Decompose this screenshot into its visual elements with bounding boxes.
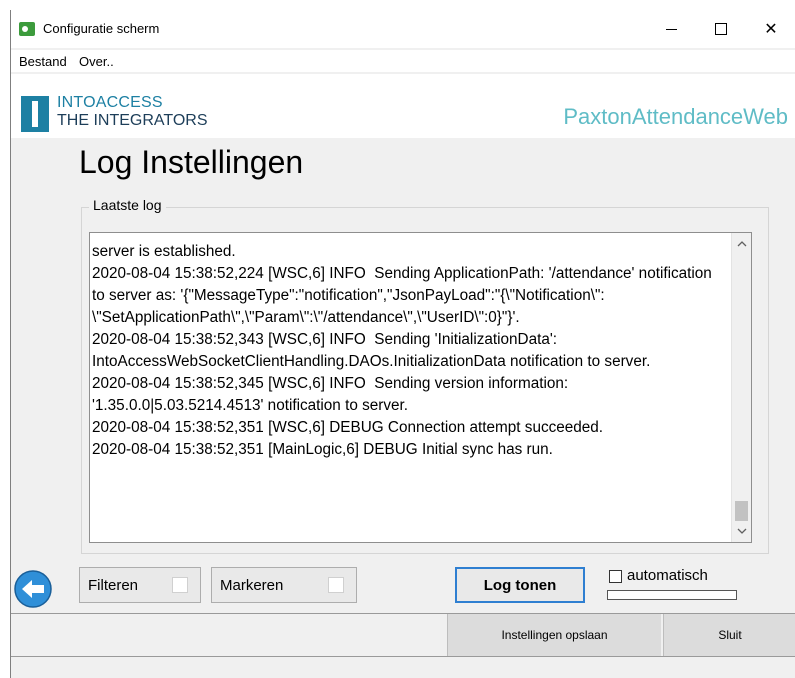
maximize-button[interactable] bbox=[701, 16, 741, 42]
menu-item-over[interactable]: Over.. bbox=[79, 54, 114, 69]
log-textarea[interactable]: server is established. 2020-08-04 15:38:… bbox=[89, 232, 752, 543]
log-text[interactable]: server is established. 2020-08-04 15:38:… bbox=[92, 241, 712, 461]
close-button[interactable]: ✕ bbox=[751, 16, 791, 42]
maximize-icon bbox=[715, 23, 727, 35]
filter-toggle[interactable]: Filteren bbox=[79, 567, 201, 603]
minimize-icon bbox=[665, 28, 677, 30]
auto-label[interactable]: automatisch bbox=[627, 567, 708, 584]
menu-bar: Bestand Over.. bbox=[11, 50, 795, 72]
logo-text-line1: INTOACCESS bbox=[57, 94, 163, 111]
intoaccess-logo-icon bbox=[21, 96, 49, 132]
scroll-thumb[interactable] bbox=[735, 501, 748, 521]
log-scrollbar[interactable] bbox=[731, 233, 751, 542]
show-log-button[interactable]: Log tonen bbox=[455, 567, 585, 603]
progress-bar bbox=[607, 590, 737, 600]
mark-toggle[interactable]: Markeren bbox=[211, 567, 357, 603]
back-arrow-icon[interactable] bbox=[13, 569, 53, 609]
scroll-up-icon[interactable] bbox=[732, 235, 751, 253]
minimize-button[interactable] bbox=[651, 16, 691, 42]
mark-label: Markeren bbox=[220, 577, 284, 594]
mark-checkbox[interactable] bbox=[328, 577, 344, 593]
auto-checkbox[interactable] bbox=[609, 570, 622, 583]
close-app-button[interactable]: Sluit bbox=[663, 614, 795, 656]
config-window: Configuratie scherm ✕ Bestand Over.. INT… bbox=[10, 10, 795, 678]
filter-label: Filteren bbox=[88, 577, 139, 594]
scroll-down-icon[interactable] bbox=[732, 522, 751, 540]
header-banner: INTOACCESS THE INTEGRATORS PaxtonAttenda… bbox=[11, 74, 795, 138]
app-icon bbox=[19, 22, 35, 36]
app-name: PaxtonAttendanceWeb bbox=[563, 104, 788, 129]
save-settings-button[interactable]: Instellingen opslaan bbox=[447, 614, 661, 656]
log-group-label: Laatste log bbox=[89, 197, 166, 213]
window-title: Configuratie scherm bbox=[43, 21, 160, 36]
page-title: Log Instellingen bbox=[79, 144, 304, 180]
logo-text-line2: THE INTEGRATORS bbox=[57, 112, 208, 129]
filter-checkbox[interactable] bbox=[172, 577, 188, 593]
menu-item-bestand[interactable]: Bestand bbox=[19, 54, 67, 69]
title-bar[interactable]: Configuratie scherm ✕ bbox=[11, 10, 795, 48]
